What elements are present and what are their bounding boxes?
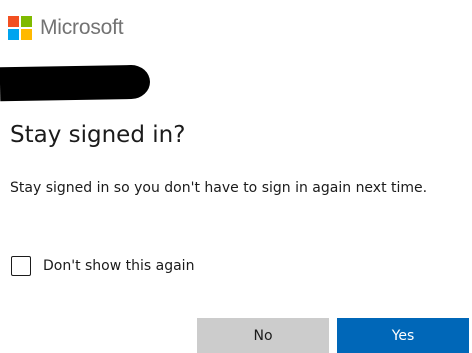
microsoft-logo-icon (8, 16, 32, 40)
redacted-account-identifier (0, 64, 151, 102)
dont-show-again-checkbox[interactable] (11, 256, 31, 276)
page-title: Stay signed in? (10, 122, 186, 148)
logo-square-blue (8, 29, 19, 40)
brand-header: Microsoft (8, 15, 124, 41)
dont-show-again-option[interactable]: Don't show this again (11, 256, 194, 276)
logo-square-yellow (21, 29, 32, 40)
logo-square-red (8, 16, 19, 27)
logo-square-green (21, 16, 32, 27)
no-button[interactable]: No (197, 318, 329, 353)
dont-show-again-label[interactable]: Don't show this again (43, 258, 194, 274)
brand-name: Microsoft (40, 16, 124, 39)
yes-button[interactable]: Yes (337, 318, 469, 353)
sign-in-page: Microsoft Stay signed in? Stay signed in… (0, 0, 472, 353)
dialog-description: Stay signed in so you don't have to sign… (10, 180, 428, 196)
